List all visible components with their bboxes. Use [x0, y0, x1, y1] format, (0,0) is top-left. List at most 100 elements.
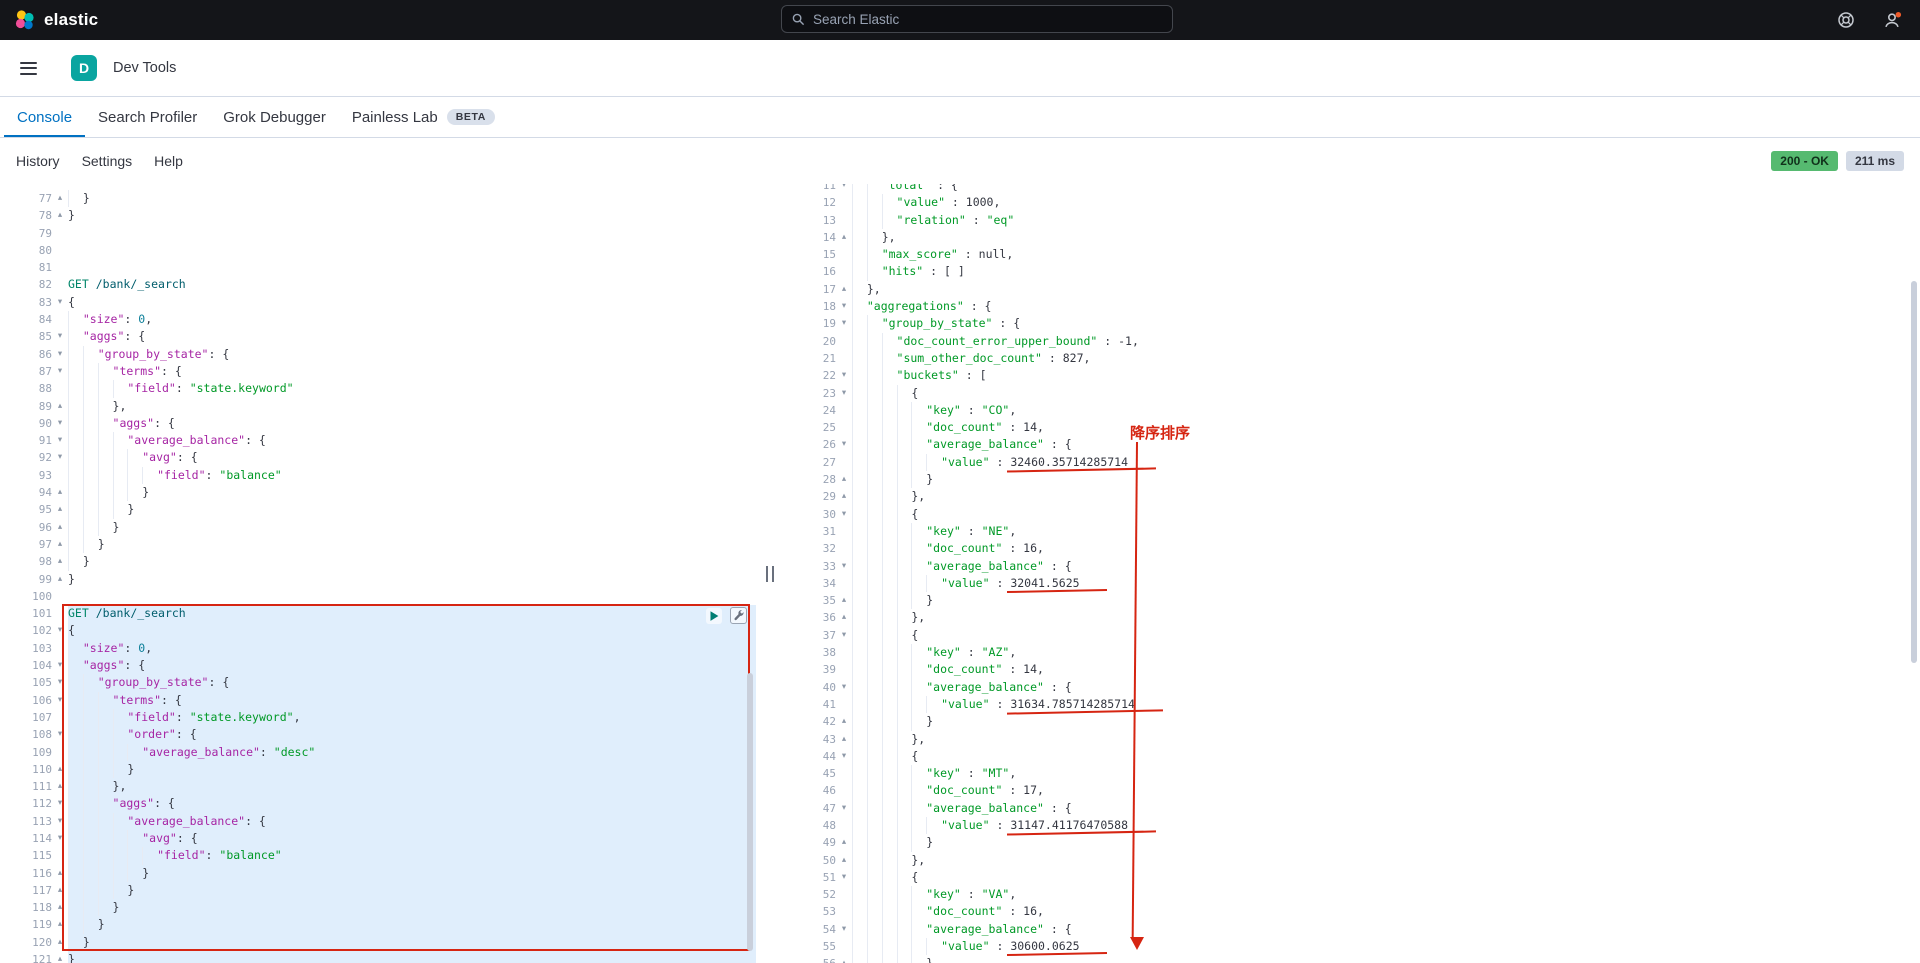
editor-line[interactable]: 102▾{	[8, 622, 756, 639]
editor-line[interactable]: 119▴}	[8, 916, 756, 933]
editor-line[interactable]: 95▴}	[8, 501, 756, 518]
editor-line[interactable]: 116▴}	[8, 865, 756, 882]
fold-toggle-icon[interactable]: ▴	[52, 761, 68, 778]
console-menu-help[interactable]: Help	[154, 153, 183, 169]
fold-toggle-icon[interactable]: ▴	[836, 731, 852, 748]
fold-toggle-icon[interactable]: ▾	[836, 184, 852, 194]
editor-line[interactable]: 80	[8, 242, 756, 259]
editor-line[interactable]: 109"average_balance": "desc"	[8, 744, 756, 761]
response-scrollbar[interactable]	[1911, 281, 1917, 663]
fold-toggle-icon[interactable]: ▴	[52, 519, 68, 536]
editor-scrollbar[interactable]	[747, 673, 753, 951]
editor-line[interactable]: 115"field": "balance"	[8, 847, 756, 864]
fold-toggle-icon[interactable]: ▾	[836, 385, 852, 402]
request-options-button[interactable]	[730, 607, 747, 624]
panel-resizer[interactable]	[756, 184, 784, 963]
fold-toggle-icon[interactable]: ▴	[52, 536, 68, 553]
fold-toggle-icon[interactable]: ▾	[52, 432, 68, 449]
fold-toggle-icon[interactable]: ▴	[52, 899, 68, 916]
editor-line[interactable]: 81	[8, 259, 756, 276]
fold-toggle-icon[interactable]: ▴	[52, 882, 68, 899]
fold-toggle-icon[interactable]: ▴	[836, 852, 852, 869]
editor-line[interactable]: 83▾{	[8, 294, 756, 311]
fold-toggle-icon[interactable]: ▴	[52, 207, 68, 224]
help-icon[interactable]	[1837, 11, 1855, 29]
editor-line[interactable]: 117▴}	[8, 882, 756, 899]
fold-toggle-icon[interactable]: ▾	[52, 726, 68, 743]
editor-line[interactable]: 93"field": "balance"	[8, 467, 756, 484]
editor-line[interactable]: 90▾"aggs": {	[8, 415, 756, 432]
fold-toggle-icon[interactable]: ▾	[52, 294, 68, 311]
fold-toggle-icon[interactable]: ▾	[836, 315, 852, 332]
editor-line[interactable]: 84"size": 0,	[8, 311, 756, 328]
editor-line[interactable]: 103"size": 0,	[8, 640, 756, 657]
send-request-button[interactable]	[706, 608, 722, 624]
fold-toggle-icon[interactable]: ▴	[52, 398, 68, 415]
fold-toggle-icon[interactable]: ▴	[52, 190, 68, 207]
editor-line[interactable]: 108▾"order": {	[8, 726, 756, 743]
fold-toggle-icon[interactable]: ▴	[52, 916, 68, 933]
editor-line[interactable]: 107"field": "state.keyword",	[8, 709, 756, 726]
editor-line[interactable]: 78▴}	[8, 207, 756, 224]
fold-toggle-icon[interactable]: ▴	[836, 834, 852, 851]
editor-line[interactable]: 77▴}	[8, 190, 756, 207]
fold-toggle-icon[interactable]: ▾	[52, 674, 68, 691]
editor-line[interactable]: 86▾"group_by_state": {	[8, 346, 756, 363]
fold-toggle-icon[interactable]: ▾	[52, 657, 68, 674]
editor-line[interactable]: 79	[8, 225, 756, 242]
editor-line[interactable]: 113▾"average_balance": {	[8, 813, 756, 830]
editor-line[interactable]: 106▾"terms": {	[8, 692, 756, 709]
tab-console[interactable]: Console	[4, 97, 85, 137]
editor-line[interactable]: 96▴}	[8, 519, 756, 536]
fold-toggle-icon[interactable]: ▴	[836, 281, 852, 298]
fold-toggle-icon[interactable]: ▾	[52, 328, 68, 345]
fold-toggle-icon[interactable]: ▴	[52, 951, 68, 963]
fold-toggle-icon[interactable]: ▴	[52, 571, 68, 588]
request-editor[interactable]: 77▴}78▴}79808182GET /bank/_search83▾{84"…	[0, 184, 756, 963]
fold-toggle-icon[interactable]: ▴	[836, 229, 852, 246]
fold-toggle-icon[interactable]: ▾	[52, 795, 68, 812]
fold-toggle-icon[interactable]: ▴	[836, 609, 852, 626]
fold-toggle-icon[interactable]: ▾	[52, 415, 68, 432]
fold-toggle-icon[interactable]: ▾	[836, 298, 852, 315]
editor-line[interactable]: 110▴}	[8, 761, 756, 778]
editor-line[interactable]: 91▾"average_balance": {	[8, 432, 756, 449]
tab-grok-debugger[interactable]: Grok Debugger	[210, 97, 339, 137]
editor-line[interactable]: 82GET /bank/_search	[8, 276, 756, 293]
fold-toggle-icon[interactable]: ▴	[836, 955, 852, 963]
editor-line[interactable]: 111▴},	[8, 778, 756, 795]
elastic-logo[interactable]: elastic	[14, 9, 98, 31]
fold-toggle-icon[interactable]: ▴	[52, 865, 68, 882]
fold-toggle-icon[interactable]: ▴	[836, 592, 852, 609]
editor-line[interactable]: 85▾"aggs": {	[8, 328, 756, 345]
editor-line[interactable]: 89▴},	[8, 398, 756, 415]
search-input[interactable]: Search Elastic	[781, 5, 1173, 33]
fold-toggle-icon[interactable]: ▾	[836, 558, 852, 575]
fold-toggle-icon[interactable]: ▾	[836, 627, 852, 644]
editor-line[interactable]: 94▴}	[8, 484, 756, 501]
fold-toggle-icon[interactable]: ▴	[52, 934, 68, 951]
console-menu-history[interactable]: History	[16, 153, 60, 169]
console-menu-settings[interactable]: Settings	[82, 153, 133, 169]
editor-line[interactable]: 104▾"aggs": {	[8, 657, 756, 674]
fold-toggle-icon[interactable]: ▾	[836, 869, 852, 886]
fold-toggle-icon[interactable]: ▾	[836, 436, 852, 453]
editor-line[interactable]: 118▴}	[8, 899, 756, 916]
menu-icon[interactable]	[16, 58, 41, 79]
space-avatar[interactable]: D	[71, 55, 97, 81]
fold-toggle-icon[interactable]: ▾	[52, 449, 68, 466]
editor-line[interactable]: 92▾"avg": {	[8, 449, 756, 466]
fold-toggle-icon[interactable]: ▴	[836, 713, 852, 730]
fold-toggle-icon[interactable]: ▴	[52, 501, 68, 518]
fold-toggle-icon[interactable]: ▾	[52, 346, 68, 363]
editor-line[interactable]: 120▴}	[8, 934, 756, 951]
fold-toggle-icon[interactable]: ▾	[52, 830, 68, 847]
fold-toggle-icon[interactable]: ▾	[836, 800, 852, 817]
editor-line[interactable]: 98▴}	[8, 553, 756, 570]
fold-toggle-icon[interactable]: ▴	[836, 488, 852, 505]
editor-line[interactable]: 112▾"aggs": {	[8, 795, 756, 812]
fold-toggle-icon[interactable]: ▴	[52, 553, 68, 570]
fold-toggle-icon[interactable]: ▾	[836, 367, 852, 384]
editor-line[interactable]: 88"field": "state.keyword"	[8, 380, 756, 397]
alerts-user-icon[interactable]	[1883, 11, 1902, 30]
